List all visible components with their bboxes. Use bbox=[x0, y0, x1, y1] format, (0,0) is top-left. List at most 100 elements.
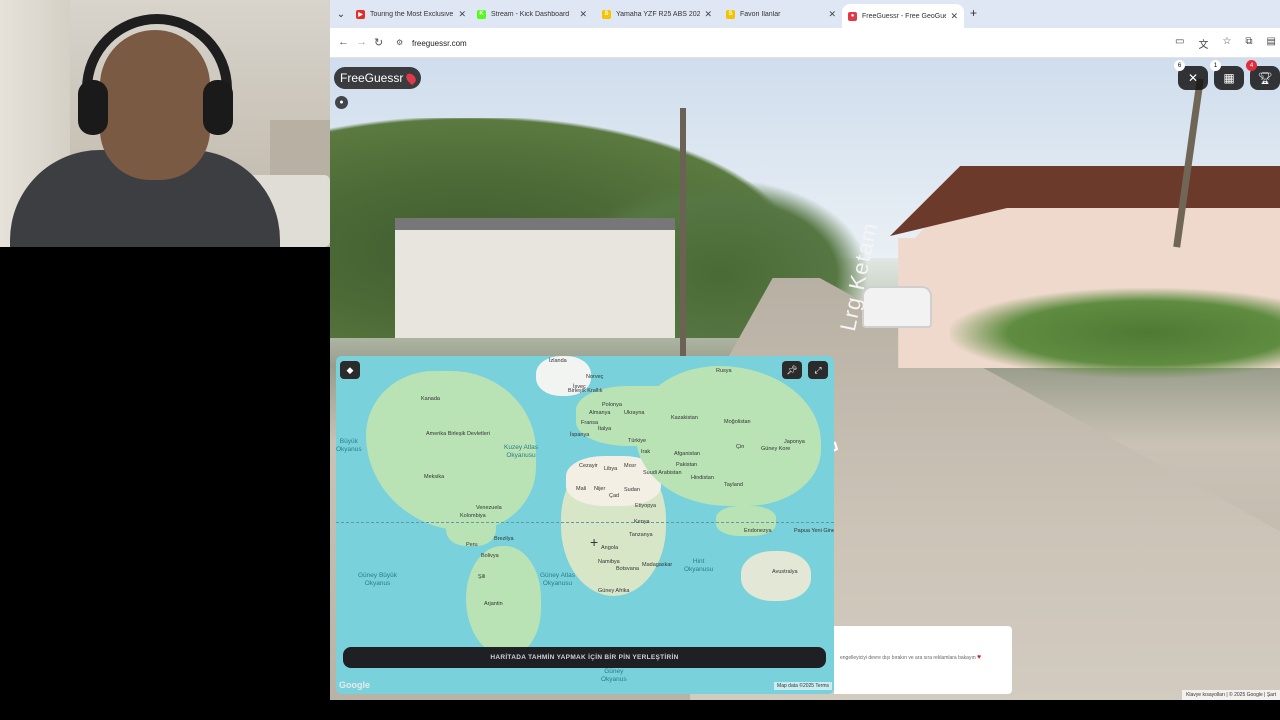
forward-arrow-icon[interactable]: → bbox=[356, 36, 367, 48]
map-data-attribution[interactable]: Map data ©2025 Terms bbox=[774, 682, 832, 690]
adblock-notice-text: engelleyiciyi devre dışı bırakın ve ara … bbox=[840, 655, 976, 661]
sv-car bbox=[862, 286, 932, 328]
close-game-button[interactable]: 6 ✕ bbox=[1174, 60, 1208, 90]
map-country-label: Namibya bbox=[598, 559, 620, 565]
land-south-america bbox=[466, 546, 541, 656]
map-country-label: Ukrayna bbox=[624, 410, 645, 416]
tab-search-chevron-icon[interactable]: ⌄ bbox=[332, 5, 350, 23]
street-view-panorama[interactable]: Lrg Ketam › Klavye kısayolları | © 2025 … bbox=[330, 58, 1280, 700]
map-country-label: Fransa bbox=[581, 420, 599, 426]
map-country-label: Irak bbox=[641, 449, 651, 455]
map-layers-button[interactable]: ◆ bbox=[340, 361, 360, 379]
browser-tab[interactable]: S Favori İlanlar ✕ bbox=[720, 4, 842, 24]
map-country-label: Kazakistan bbox=[671, 415, 698, 421]
map-country-label: Madagaskar bbox=[642, 562, 673, 568]
webcam-overlay bbox=[0, 0, 330, 247]
map-country-label: Şili bbox=[478, 574, 486, 580]
map-ocean-label: Hint Okyanusu bbox=[684, 558, 714, 573]
translate-icon[interactable]: 文 bbox=[1198, 36, 1208, 51]
trophy-badge: 4 bbox=[1246, 60, 1257, 71]
new-tab-button[interactable]: + bbox=[970, 6, 977, 20]
browser-tab[interactable]: ▶ Touring the Most Exclusive Ca✕ bbox=[350, 4, 472, 24]
url-text: freeguessr.com bbox=[412, 38, 467, 48]
trophy-button[interactable]: 4 🏆︎ bbox=[1246, 60, 1280, 90]
map-country-label: İzlanda bbox=[549, 358, 567, 364]
map-country-label: Suudi Arabistan bbox=[643, 470, 682, 476]
map-country-label: Libya bbox=[604, 466, 618, 472]
toolbar: ← → ↻ ⚙ freeguessr.com ▭ 文 ☆ ⧉ ▤ bbox=[330, 28, 1280, 58]
map-ocean-label: Büyük Okyanus bbox=[336, 438, 362, 453]
sv-building bbox=[395, 218, 675, 338]
map-country-label: Brezilya bbox=[494, 536, 514, 542]
map-country-label: Japonya bbox=[784, 439, 805, 445]
tab-favicon-icon: S bbox=[602, 9, 611, 19]
map-country-label: Çad bbox=[609, 493, 620, 499]
account-icon[interactable]: ● bbox=[335, 96, 348, 109]
reload-icon[interactable]: ↻ bbox=[374, 36, 383, 49]
adblock-notice: engelleyiciyi devre dışı bırakın ve ara … bbox=[834, 626, 1012, 694]
extensions-icon[interactable]: ⧉ bbox=[1245, 36, 1252, 51]
site-info-icon[interactable]: ⚙ bbox=[396, 38, 406, 48]
bookmark-star-icon[interactable]: ☆ bbox=[1222, 36, 1231, 51]
back-arrow-icon[interactable]: ← bbox=[338, 36, 349, 48]
map-country-label: Rusya bbox=[716, 368, 732, 374]
stats-badge: 1 bbox=[1210, 60, 1221, 71]
tab-favicon-icon: K bbox=[477, 9, 486, 19]
tab-close-icon[interactable]: ✕ bbox=[946, 11, 958, 22]
map-country-label: Almanya bbox=[589, 410, 611, 416]
map-ocean-label: Güney Okyanus bbox=[601, 668, 627, 683]
tab-close-icon[interactable]: ✕ bbox=[575, 9, 587, 20]
tab-close-icon[interactable]: ✕ bbox=[824, 9, 836, 20]
map-country-label: Kanada bbox=[421, 396, 440, 402]
map-country-label: Moğolistan bbox=[724, 419, 751, 425]
browser-tab[interactable]: K Stream - Kick Dashboard ✕ bbox=[471, 4, 593, 24]
map-country-label: Peru bbox=[466, 542, 478, 548]
screen: ⌄ ▶Touring the Most Exclusive Ca✕ K Stream… bbox=[0, 0, 1280, 720]
tab-close-icon[interactable]: ✕ bbox=[454, 9, 466, 20]
tab-close-icon[interactable]: ✕ bbox=[700, 9, 712, 20]
crosshair-cursor-icon: + bbox=[590, 534, 599, 550]
place-pin-prompt[interactable]: HARİTADA TAHMİN YAPMAK İÇİN BİR PİN YERL… bbox=[343, 647, 826, 668]
map-ocean-label: Güney Büyük Okyanus bbox=[358, 572, 398, 587]
map-country-label: Angola bbox=[601, 545, 619, 551]
expand-map-button[interactable]: ⤢ bbox=[808, 361, 828, 379]
map-ocean-label: Güney Atlas Okyanusu bbox=[540, 572, 576, 587]
trophy-icon: 🏆︎ bbox=[1257, 71, 1273, 85]
map-country-label: Türkiye bbox=[628, 438, 647, 444]
map-country-label: Etiyopya bbox=[635, 503, 657, 509]
brand-name: FreeGuessr bbox=[340, 71, 404, 85]
browser-tab[interactable]: S Yamaha YZF R25 ABS 2024 Mo✕ bbox=[596, 4, 718, 24]
map-country-label: Avustralya bbox=[772, 569, 798, 575]
map-country-label: Mali bbox=[576, 486, 587, 492]
map-country-label: Pakistan bbox=[676, 462, 698, 468]
tab-favicon-icon: S bbox=[726, 9, 735, 19]
guess-map[interactable]: İzlanda Norveç Rusya Kanada İsveç Birleşik Kr… bbox=[336, 356, 834, 694]
address-bar[interactable]: ⚙ freeguessr.com bbox=[392, 33, 1182, 53]
sv-utility-pole bbox=[680, 108, 686, 358]
map-country-label: Birleşik Krallık bbox=[568, 388, 603, 394]
tab-label: Stream - Kick Dashboard bbox=[491, 10, 570, 18]
map-country-label: Kolombiya bbox=[460, 513, 486, 519]
land-central-america bbox=[446, 506, 496, 546]
map-country-label: Güney Kore bbox=[761, 446, 791, 452]
install-app-icon[interactable]: ▭ bbox=[1175, 36, 1184, 51]
tab-label: FreeGuessr - Free GeoGuessr A bbox=[862, 12, 947, 20]
tab-label: Yamaha YZF R25 ABS 2024 Mo bbox=[616, 10, 701, 18]
heart-icon: ♥ bbox=[977, 654, 982, 661]
tab-label: Favori İlanlar bbox=[740, 10, 781, 18]
map-country-label: Botsvana bbox=[616, 566, 639, 572]
browser-tab[interactable]: ● FreeGuessr - Free GeoGuessr A✕ bbox=[842, 4, 964, 28]
map-country-label: Tayland bbox=[724, 482, 743, 488]
side-panel-icon[interactable]: ▤ bbox=[1267, 36, 1276, 51]
headphone-ear-right bbox=[203, 80, 233, 135]
pin-map-button[interactable]: 📌︎ bbox=[782, 361, 802, 379]
browser-window: ⌄ ▶Touring the Most Exclusive Ca✕ K Stream… bbox=[330, 0, 1280, 700]
freeguessr-logo[interactable]: FreeGuessr bbox=[334, 67, 422, 89]
toolbar-right-icons: ▭ 文 ☆ ⧉ ▤ bbox=[1175, 36, 1276, 51]
map-ocean-label: Kuzey Atlas Okyanusu bbox=[504, 444, 538, 459]
close-icon: ✕ bbox=[1187, 71, 1199, 85]
map-country-label: Kenya bbox=[634, 519, 650, 525]
tab-favicon-icon: ▶ bbox=[356, 9, 365, 19]
equator-line bbox=[336, 522, 834, 523]
stats-button[interactable]: 1 ▦ bbox=[1210, 60, 1244, 90]
